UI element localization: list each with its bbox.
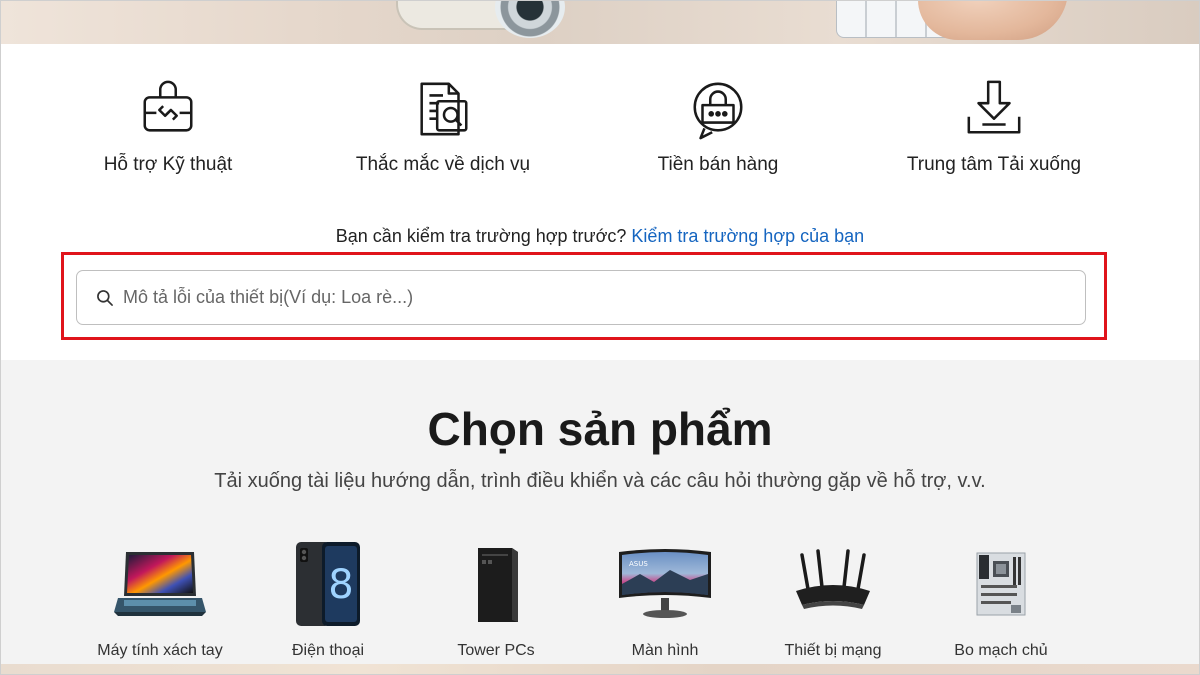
product-router[interactable]: Thiết bị mạng [758, 540, 908, 660]
product-monitor[interactable]: ASUS Màn hình [590, 540, 740, 660]
products-title: Chọn sản phẩm [427, 403, 773, 455]
monitor-icon: ASUS [619, 549, 711, 618]
case-check-line: Bạn cần kiểm tra trường hợp trước? Kiểm … [0, 226, 1200, 247]
product-laptop[interactable]: Máy tính xách tay [85, 540, 235, 660]
case-check-question: Bạn cần kiểm tra trường hợp trước? [335, 226, 627, 246]
support-item-service-inquiry[interactable]: Thắc mắc về dịch vụ [343, 78, 543, 176]
search-bar[interactable] [76, 270, 1086, 325]
product-label: Bo mạch chủ [954, 642, 1048, 659]
pre-sales-icon [693, 82, 743, 140]
svg-text:8: 8 [328, 562, 353, 608]
hero-camera-lens-graphic [495, 0, 565, 38]
product-label: Màn hình [631, 642, 699, 659]
service-inquiry-icon [420, 82, 468, 136]
support-item-pre-sales[interactable]: Tiền bán hàng [648, 78, 788, 176]
product-tower-pc[interactable]: Tower PCs [421, 540, 571, 660]
footer-banner-edge [0, 664, 1200, 675]
motherboard-icon [976, 552, 1026, 616]
laptop-icon [114, 552, 206, 616]
router-icon [796, 549, 870, 609]
svg-text:ASUS: ASUS [629, 560, 648, 568]
product-motherboard[interactable]: Bo mạch chủ [926, 540, 1076, 660]
case-check-link[interactable]: Kiểm tra trường hợp của bạn [631, 226, 864, 246]
support-item-label: Trung tâm Tải xuống [906, 154, 1082, 175]
products-section: Chọn sản phẩm Tải xuống tài liệu hướng d… [0, 360, 1200, 675]
support-item-label: Tiền bán hàng [657, 154, 779, 175]
product-label: Điện thoại [291, 642, 365, 659]
product-label: Máy tính xách tay [97, 642, 223, 659]
product-label: Tower PCs [457, 642, 535, 659]
tower-pc-icon [478, 548, 518, 622]
hero-hand-graphic [918, 0, 1068, 40]
search-icon [97, 289, 113, 306]
support-categories: Hỗ trợ Kỹ thuật Thắc mắc về dịch vụ Tiền… [0, 78, 1200, 188]
technical-support-icon [143, 80, 193, 132]
product-label: Thiết bị mạng [784, 642, 882, 659]
support-item-label: Thắc mắc về dịch vụ [355, 154, 531, 175]
phone-icon: 8 [296, 542, 360, 626]
search-input[interactable] [123, 287, 1023, 308]
hero-banner-image [0, 0, 1200, 44]
download-center-icon [967, 80, 1021, 134]
support-item-technical[interactable]: Hỗ trợ Kỹ thuật [98, 78, 238, 176]
support-item-download-center[interactable]: Trung tâm Tải xuống [894, 78, 1094, 176]
support-item-label: Hỗ trợ Kỹ thuật [103, 154, 233, 175]
products-subtitle: Tải xuống tài liệu hướng dẫn, trình điều… [214, 470, 986, 492]
product-phone[interactable]: 8 Điện thoại [253, 540, 403, 660]
